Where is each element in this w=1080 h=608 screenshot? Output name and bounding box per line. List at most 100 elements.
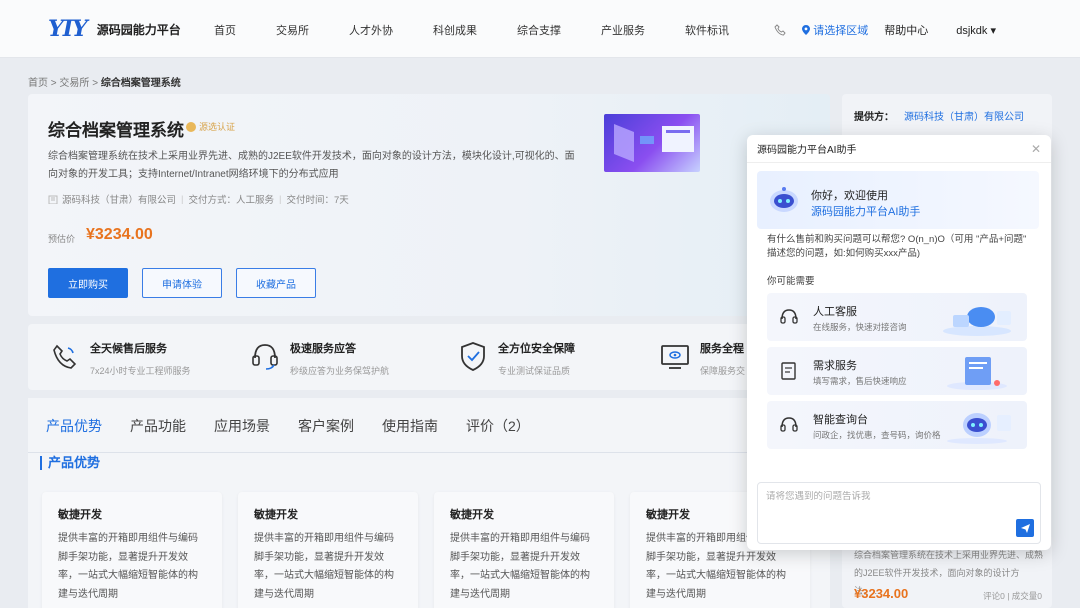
provider-label: 提供方： bbox=[854, 112, 894, 123]
buy-now-button[interactable]: 立即购买 bbox=[48, 268, 128, 298]
tab-scenarios[interactable]: 应用场景 bbox=[214, 416, 270, 436]
tab-cases[interactable]: 客户案例 bbox=[298, 416, 354, 436]
suggestions-label: 你可能需要 bbox=[767, 276, 815, 287]
service-strip: 全天候售后服务 7x24小时专业工程师服务 极速服务应答秒级应答为业务保驾护航 全… bbox=[28, 324, 830, 390]
delivery-method: 交付方式：人工服务 bbox=[188, 195, 274, 206]
caret-down-icon: ▾ bbox=[990, 24, 996, 37]
service-title: 服务全程 bbox=[700, 343, 744, 355]
option-subtitle: 填写需求，售后快速响应 bbox=[813, 376, 907, 386]
product-description: 综合档案管理系统在技术上采用业界先进、成熟的J2EE软件开发技术，面向对象的设计… bbox=[48, 151, 575, 180]
badge-label: 源选认证 bbox=[199, 122, 236, 132]
service-aftersale: 全天候售后服务 7x24小时专业工程师服务 bbox=[50, 340, 191, 377]
product-price: ¥3234.00 bbox=[86, 226, 153, 243]
headset-icon bbox=[780, 309, 798, 324]
chat-prompt: 有什么售前和购买问题可以帮您? O(n_n)O（可用 "产品+问题" 描述您的问… bbox=[767, 234, 1027, 259]
chat-input-box bbox=[757, 482, 1041, 544]
option-title: 需求服务 bbox=[813, 360, 857, 372]
favorite-button[interactable]: 收藏产品 bbox=[236, 268, 316, 298]
tab-divider bbox=[28, 452, 830, 453]
breadcrumb: 首页 > 交易所 > 综合档案管理系统 bbox=[28, 74, 181, 89]
option-demand-service[interactable]: 需求服务 填写需求，售后快速响应 bbox=[767, 347, 1027, 395]
send-button[interactable] bbox=[1016, 519, 1034, 537]
logo-text: 源码园能力平台 bbox=[96, 22, 181, 37]
chat-input[interactable] bbox=[766, 491, 1026, 502]
service-title: 全方位安全保障 bbox=[498, 343, 575, 355]
option-title: 智能查询台 bbox=[813, 414, 868, 426]
apply-trial-button[interactable]: 申请体验 bbox=[142, 268, 222, 298]
main-nav: 首页 交易所 人才外协 科创成果 综合支撑 产业服务 软件标讯 bbox=[214, 22, 769, 38]
headset-icon bbox=[780, 417, 798, 432]
service-subtitle: 保障服务交 bbox=[700, 366, 746, 376]
badge-icon bbox=[186, 121, 196, 132]
option-subtitle: 问政企，找优惠，查号码，询价格 bbox=[813, 430, 941, 440]
region-label: 请选择区域 bbox=[813, 25, 869, 37]
delivery-time: 交付时间：7天 bbox=[286, 195, 349, 206]
product-title: 综合档案管理系统 bbox=[48, 121, 184, 140]
provider-row: 提供方： 源码科技（甘肃）有限公司 bbox=[854, 108, 1024, 123]
service-title: 全天候售后服务 bbox=[90, 343, 167, 355]
feature-title: 敏捷开发 bbox=[58, 509, 102, 521]
service-fullprocess: 服务全程 保障服务交 bbox=[660, 340, 745, 377]
welcome-banner: 你好，欢迎使用 源码园能力平台AI助手 bbox=[757, 171, 1039, 229]
certified-badge: 源选认证 bbox=[186, 120, 235, 133]
option-title: 人工客服 bbox=[813, 306, 857, 318]
nav-research[interactable]: 科创成果 bbox=[433, 22, 477, 38]
option-smart-query[interactable]: 智能查询台 问政企，找优惠，查号码，询价格 bbox=[767, 401, 1027, 449]
nav-support[interactable]: 综合支撑 bbox=[517, 22, 561, 38]
breadcrumb-current: 综合档案管理系统 bbox=[100, 78, 181, 89]
breadcrumb-separator: > bbox=[92, 78, 99, 89]
service-title: 极速服务应答 bbox=[290, 343, 356, 355]
tab-reviews[interactable]: 评价（2） bbox=[466, 416, 530, 436]
ai-assistant-popup: 源码园能力平台AI助手 ✕ 你好，欢迎使用 源码园能力平台AI助手 有什么售前和… bbox=[747, 135, 1051, 550]
tab-advantages[interactable]: 产品优势 bbox=[46, 416, 102, 436]
feature-card: 敏捷开发 提供丰富的开箱即用组件与编码脚手架功能，显著提升开发效率，一站式大幅缩… bbox=[238, 492, 418, 608]
service-security: 全方位安全保障 专业测试保证品质 bbox=[458, 340, 575, 377]
price-label: 预估价 bbox=[48, 234, 76, 244]
tab-features[interactable]: 产品功能 bbox=[130, 416, 186, 436]
close-icon[interactable]: ✕ bbox=[1031, 142, 1041, 156]
headset-icon bbox=[252, 344, 278, 370]
region-selector[interactable]: 请选择区域 bbox=[802, 22, 868, 38]
cloud-support-illustration bbox=[943, 307, 1011, 336]
breadcrumb-exchange[interactable]: 交易所 bbox=[59, 78, 89, 89]
breadcrumb-home[interactable]: 首页 bbox=[28, 78, 48, 89]
logo-mark: YIY bbox=[48, 16, 88, 42]
robot-illustration bbox=[947, 413, 1011, 444]
feature-title: 敏捷开发 bbox=[450, 509, 494, 521]
nav-tenders[interactable]: 软件标讯 bbox=[685, 22, 729, 38]
tab-guide[interactable]: 使用指南 bbox=[382, 416, 438, 436]
user-menu[interactable]: dsjkdk ▾ bbox=[956, 24, 996, 37]
chat-title: 源码园能力平台AI助手 bbox=[757, 145, 857, 156]
building-icon bbox=[48, 195, 58, 204]
service-response: 极速服务应答秒级应答为业务保驾护航 bbox=[250, 340, 389, 377]
provider-link[interactable]: 源码科技（甘肃）有限公司 bbox=[904, 112, 1024, 123]
form-icon bbox=[781, 362, 796, 380]
service-subtitle: 7x24小时专业工程师服务 bbox=[90, 366, 191, 376]
product-thumbnail bbox=[604, 114, 700, 172]
nav-exchange[interactable]: 交易所 bbox=[276, 22, 309, 38]
product-card: 综合档案管理系统 源选认证 综合档案管理系统在技术上采用业界先进、成熟的J2EE… bbox=[28, 94, 830, 316]
phone-icon[interactable] bbox=[774, 24, 786, 36]
logo[interactable]: YIY 源码园能力平台 bbox=[48, 16, 181, 42]
nav-talent[interactable]: 人才外协 bbox=[349, 22, 393, 38]
product-meta: 源码科技（甘肃）有限公司 | 交付方式：人工服务 | 交付时间：7天 bbox=[48, 192, 349, 206]
nav-home[interactable]: 首页 bbox=[214, 22, 236, 38]
service-subtitle: 秒级应答为业务保驾护航 bbox=[290, 366, 390, 376]
location-pin-icon bbox=[802, 25, 811, 35]
welcome-assistant-name: 源码园能力平台AI助手 bbox=[811, 206, 921, 218]
company-name[interactable]: 源码科技（甘肃）有限公司 bbox=[62, 192, 176, 206]
feature-card: 敏捷开发 提供丰富的开箱即用组件与编码脚手架功能，显著提升开发效率，一站式大幅缩… bbox=[434, 492, 614, 608]
top-header: YIY 源码园能力平台 首页 交易所 人才外协 科创成果 综合支撑 产业服务 软… bbox=[0, 0, 1080, 58]
feature-card: 敏捷开发 提供丰富的开箱即用组件与编码脚手架功能，显著提升开发效率，一站式大幅缩… bbox=[42, 492, 222, 608]
service-subtitle: 专业测试保证品质 bbox=[498, 366, 571, 376]
document-illustration bbox=[947, 357, 1007, 390]
robot-avatar-icon bbox=[770, 187, 798, 212]
username: dsjkdk bbox=[956, 24, 988, 37]
help-center-link[interactable]: 帮助中心 bbox=[884, 22, 928, 38]
shield-icon bbox=[461, 342, 485, 371]
feature-text: 提供丰富的开箱即用组件与编码脚手架功能，显著提升开发效率，一站式大幅缩短智能体的… bbox=[254, 533, 394, 600]
feature-title: 敏捷开发 bbox=[254, 509, 298, 521]
related-product-stats: 评论0 | 成交量0 bbox=[983, 591, 1042, 601]
option-human-service[interactable]: 人工客服 在线服务，快速对接咨询 bbox=[767, 293, 1027, 341]
nav-industry[interactable]: 产业服务 bbox=[601, 22, 645, 38]
